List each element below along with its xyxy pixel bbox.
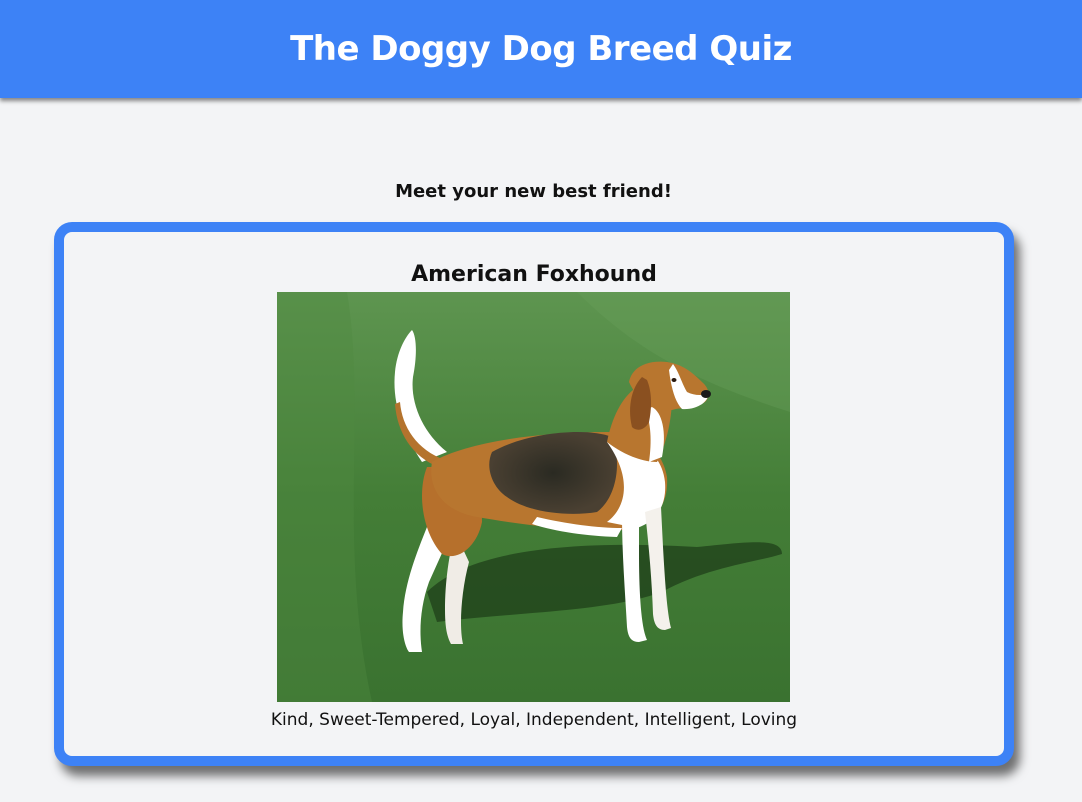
result-subtitle: Meet your new best friend! [395, 181, 672, 202]
app-header: The Doggy Dog Breed Quiz [0, 0, 1082, 98]
breed-photo [277, 292, 790, 702]
result-card: American Foxhound Kind, Sweet-Tempered, … [54, 222, 1014, 766]
page-title: The Doggy Dog Breed Quiz [290, 29, 792, 69]
breed-traits: Kind, Sweet-Tempered, Loyal, Independent… [270, 710, 798, 730]
breed-name: American Foxhound [411, 262, 657, 287]
